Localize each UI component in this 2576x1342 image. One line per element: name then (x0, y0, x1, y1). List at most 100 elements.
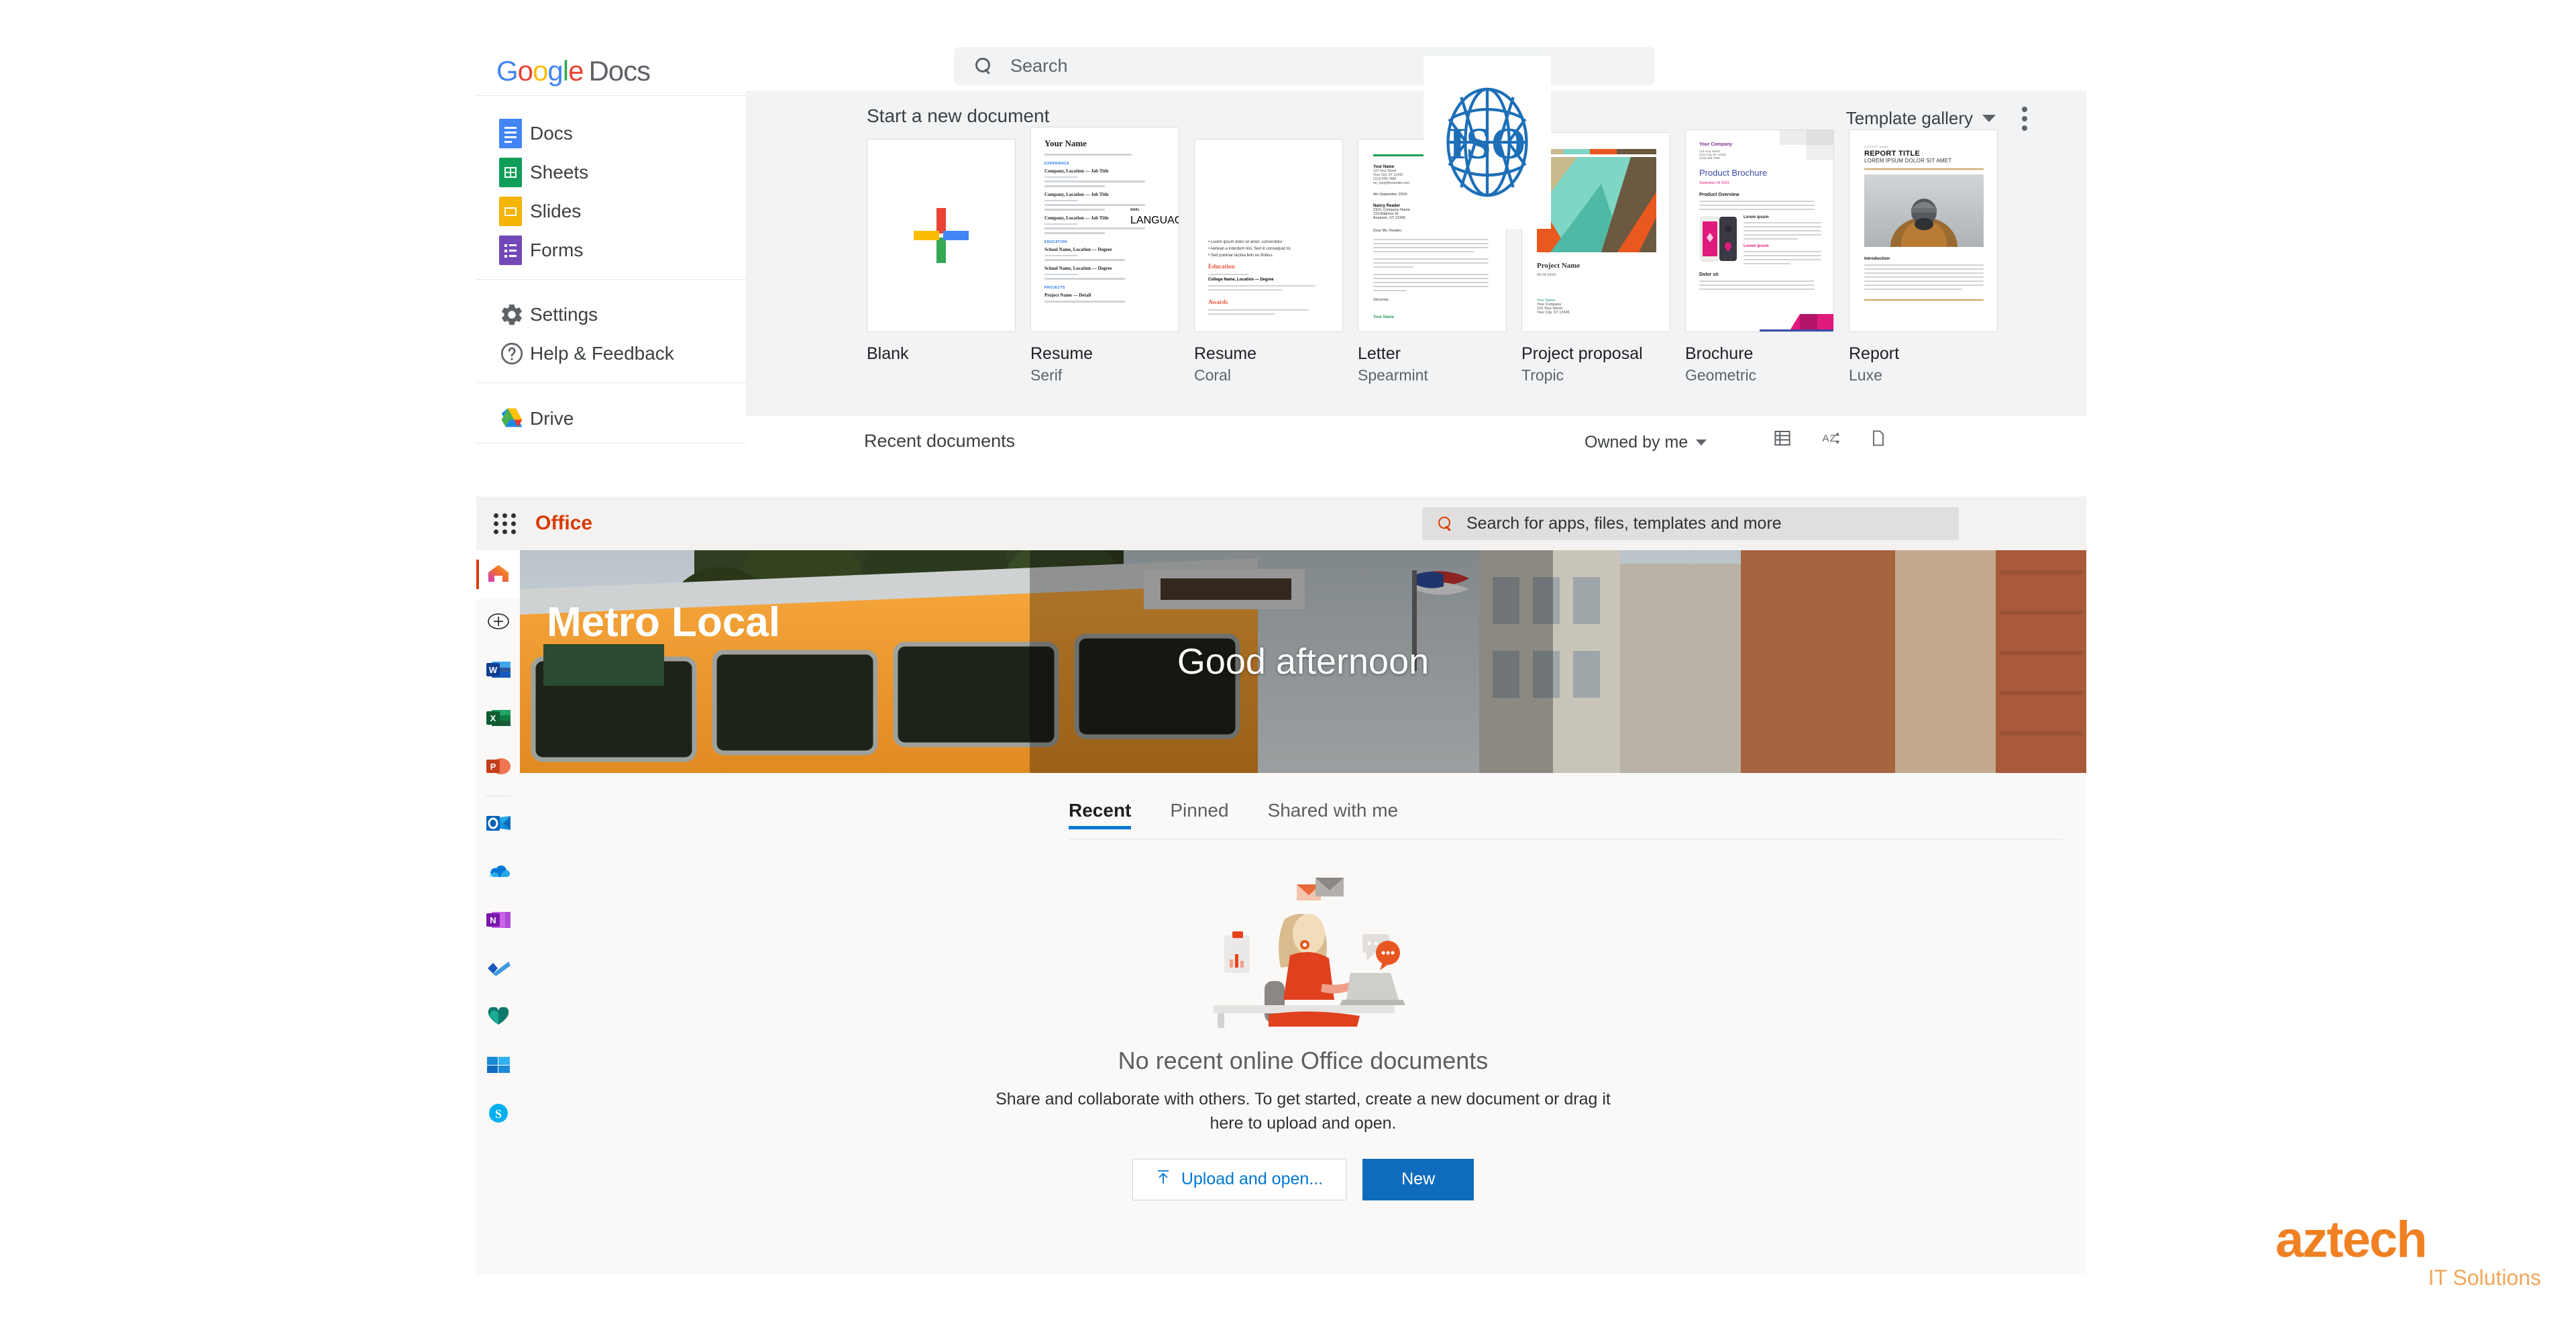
template-style: Luxe (1849, 366, 1882, 384)
logo-g2: g (547, 55, 563, 87)
template-name: Project proposal (1521, 344, 1643, 363)
sidebar-item-settings[interactable]: Settings (476, 295, 746, 334)
rail-item-family-safety[interactable] (476, 994, 520, 1042)
rail-item-excel[interactable]: X (476, 695, 520, 743)
sidebar-item-docs[interactable]: Docs (476, 114, 746, 153)
template-card-resume-coral[interactable]: • Lorem ipsum dolor sit amet, consectetu… (1194, 139, 1343, 384)
thumb-signature: Your Name (1373, 315, 1395, 319)
sort-az-icon[interactable]: A Z (1821, 428, 1841, 454)
template-gallery-label: Template gallery (1845, 108, 1973, 128)
thumb-name: Your Name (1044, 138, 1087, 148)
thumb-section: PROJECTS (1044, 286, 1065, 290)
rail-item-powerpoint[interactable]: P (476, 743, 520, 792)
sidebar-item-label: Drive (530, 408, 574, 429)
office-brand: Office (535, 512, 593, 534)
recent-documents-bar: Recent documents Owned by me A Z (746, 416, 2086, 470)
upload-and-open-button[interactable]: Upload and open... (1132, 1158, 1347, 1200)
office-top-bar: Office Search for apps, files, templates… (476, 497, 2086, 550)
rail-item-skype[interactable]: S (476, 1090, 520, 1139)
office-home-icon (487, 564, 510, 586)
list-view-icon[interactable] (1772, 428, 1792, 454)
sidebar-item-label: Sheets (530, 162, 589, 183)
template-card-resume-serif[interactable]: Your Name EXPERIENCE Company, Location —… (1030, 127, 1179, 384)
thumb-job: Company, Location — Job Title (1044, 168, 1109, 174)
svg-text:A: A (1823, 433, 1829, 444)
app-launcher-icon[interactable] (494, 513, 517, 534)
google-drive-icon (499, 407, 530, 430)
google-forms-icon (499, 236, 530, 265)
empty-state: No recent online Office documents Share … (520, 859, 2086, 1200)
divider (476, 95, 746, 96)
hero-bus-caption: Metro Local (547, 599, 780, 646)
google-docs-logo: Google Docs (496, 55, 651, 87)
thumb-h-overview: Product Overview (1699, 193, 1739, 197)
search-icon (975, 57, 993, 75)
folder-icon[interactable] (1869, 428, 1888, 454)
sidebar-item-label: Help & Feedback (530, 343, 674, 364)
recent-documents-title: Recent documents (864, 431, 1016, 451)
office-panel: Office Search for apps, files, templates… (476, 497, 2086, 1275)
sidebar-item-help-feedback[interactable]: Help & Feedback (476, 334, 746, 373)
empty-state-actions: Upload and open... New (520, 1158, 2086, 1200)
sidebar-item-drive[interactable]: Drive (476, 399, 746, 438)
word-icon: W (486, 660, 511, 683)
template-card-brochure[interactable]: Your Company 123 Your Street Your City, … (1685, 130, 1834, 384)
thumb-section: EXPERIENCE (1044, 162, 1070, 166)
template-gallery-toggle[interactable]: Template gallery (1846, 108, 1996, 129)
owner-filter-dropdown[interactable]: Owned by me (1585, 433, 1707, 452)
google-sheets-icon (499, 158, 530, 187)
sidebar-item-label: Forms (530, 240, 584, 260)
rail-item-onedrive[interactable] (476, 849, 520, 897)
office-tabs: Recent Pinned Shared with me (1069, 800, 1398, 829)
sidebar-item-label: Slides (530, 201, 582, 221)
thumb-brochure-date: September 04 20XX (1699, 181, 1730, 185)
template-style: Coral (1194, 366, 1231, 384)
office-hero-banner: Metro Local Good afternoon (520, 550, 2086, 773)
template-thumbnail: COURSE NAME REPORT TITLE LOREM IPSUM DOL… (1849, 130, 1998, 332)
tab-shared-with-me[interactable]: Shared with me (1268, 800, 1399, 829)
search-placeholder: Search (1010, 56, 1068, 76)
thumb-sidebar-section: LANGUAGES (1130, 215, 1179, 226)
onenote-icon: N (486, 910, 511, 933)
rail-item-sharepoint[interactable] (476, 1042, 520, 1090)
iso-logo-overlay: ISO (1424, 56, 1551, 229)
template-gallery-strip: Start a new document Template gallery Bl… (746, 56, 2086, 416)
rail-item-outlook[interactable] (476, 801, 520, 849)
thumb-job: Company, Location — Job Title (1044, 192, 1109, 197)
rail-item-create-new[interactable] (476, 599, 520, 647)
office-app-rail: W X P N S (476, 550, 520, 1275)
family-safety-icon (487, 1006, 510, 1029)
owner-filter-label: Owned by me (1585, 433, 1688, 452)
rail-item-todo[interactable] (476, 945, 520, 994)
template-card-report[interactable]: COURSE NAME REPORT TITLE LOREM IPSUM DOL… (1849, 130, 1998, 384)
template-name: Report (1849, 344, 1900, 363)
template-card-blank[interactable]: Blank (867, 139, 1016, 384)
template-style: Serif (1030, 366, 1063, 384)
new-button[interactable]: New (1362, 1158, 1474, 1200)
empty-state-title: No recent online Office documents (1118, 1047, 1489, 1074)
tab-recent[interactable]: Recent (1069, 800, 1132, 829)
excel-icon: X (486, 708, 511, 731)
office-search-input[interactable]: Search for apps, files, templates and mo… (1422, 507, 1959, 540)
sidebar-item-sheets[interactable]: Sheets (476, 153, 746, 192)
template-thumbnail: Your Company 123 Your Street Your City, … (1685, 130, 1834, 332)
thumb-school: School Name, Location — Degree (1044, 247, 1112, 252)
rail-item-home[interactable] (476, 550, 520, 599)
chevron-down-icon (1982, 115, 1996, 122)
person-at-laptop-illustration (1189, 859, 1417, 1033)
svg-text:X: X (490, 713, 496, 723)
sidebar-item-forms[interactable]: Forms (476, 231, 746, 270)
thumb-report-subtitle: LOREM IPSUM DOLOR SIT AMET (1864, 158, 1952, 164)
recent-view-controls: A Z (1772, 428, 1888, 454)
office-greeting: Good afternoon (1177, 641, 1430, 682)
thumb-report-section: Introduction (1864, 256, 1890, 261)
thumb-brochure-title: Product Brochure (1699, 168, 1768, 178)
template-name: Resume (1194, 344, 1257, 363)
sidebar-item-slides[interactable]: Slides (476, 192, 746, 231)
rail-item-onenote[interactable]: N (476, 897, 520, 945)
more-options-button[interactable] (2022, 107, 2027, 135)
sidebar-item-label: Docs (530, 123, 573, 144)
plus-icon (914, 208, 969, 263)
tab-pinned[interactable]: Pinned (1170, 800, 1228, 829)
rail-item-word[interactable]: W (476, 647, 520, 695)
